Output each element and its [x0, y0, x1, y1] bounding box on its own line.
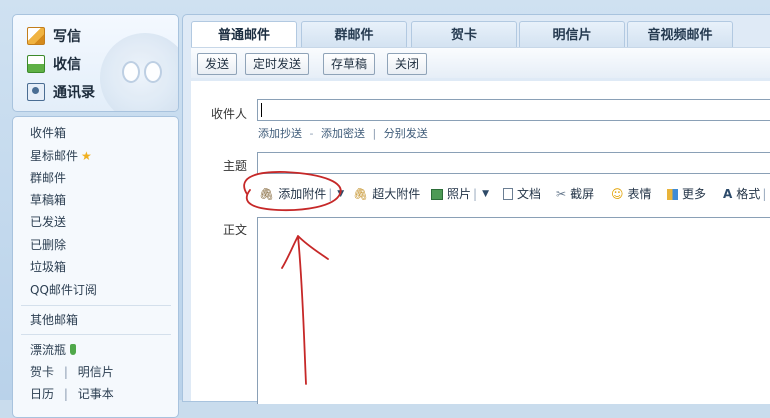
screenshot-button[interactable]: ✂ 截屏	[556, 185, 594, 203]
photo-button[interactable]: 照片 | ▼	[431, 185, 489, 203]
format-label: 格式	[736, 187, 761, 201]
attachment-toolbar: 🖇 添加附件 | ▼ 🖇 超大附件 照片 | ▼ 文档 ✂ 截屏 ☺ 表情 更多…	[249, 181, 770, 207]
compose-toolbar: 发送 定时发送 存草稿 关闭	[191, 47, 770, 78]
pencil-icon	[27, 27, 45, 45]
tab-greeting-card[interactable]: 贺卡	[411, 21, 517, 48]
photo-label: 照片	[447, 187, 472, 201]
folder-deleted[interactable]: 已删除	[30, 236, 66, 254]
mail-body-editor[interactable]	[257, 217, 770, 404]
receive-mail-label: 收信	[53, 57, 81, 73]
mascot-illustration	[100, 33, 178, 111]
emoji-button[interactable]: ☺ 表情	[611, 185, 652, 203]
document-button[interactable]: 文档	[503, 185, 541, 203]
format-button[interactable]: A 格式 |	[723, 185, 768, 203]
body-label: 正文	[222, 223, 247, 237]
folder-starred[interactable]: 星标邮件 ★	[30, 147, 92, 165]
subject-input[interactable]	[257, 152, 770, 174]
inbox-icon	[27, 55, 45, 73]
grid-icon	[667, 188, 678, 200]
large-attachment-label: 超大附件	[372, 187, 421, 201]
compose-panel: 普通邮件 群邮件 贺卡 明信片 音视频邮件 发送 定时发送 存草稿 关闭 收件人…	[182, 14, 770, 404]
nav-pipe: |	[63, 365, 68, 379]
folder-nav: 收件箱 星标邮件 ★ 群邮件 草稿箱 已发送 已删除 垃圾箱 QQ邮件订阅 其他邮…	[12, 116, 179, 418]
drift-bottle-label: 漂流瓶	[30, 343, 67, 357]
nav-pipe: |	[63, 387, 68, 401]
send-button[interactable]: 发送	[197, 53, 238, 75]
scissors-icon: ✂	[556, 187, 567, 201]
contacts-button[interactable]: 通讯录	[27, 81, 95, 103]
left-panel: 写信 收信 通讯录 收件箱 星标邮件 ★ 群邮件 草稿箱 已发送 已删除 垃圾箱 …	[12, 14, 179, 418]
add-attachment-button[interactable]: 🖇 添加附件 | ▼	[259, 185, 344, 203]
dash-separator: -	[309, 127, 314, 140]
subject-label: 主题	[222, 159, 247, 173]
more-label: 更多	[682, 187, 707, 201]
text-caret	[261, 103, 262, 117]
tab-group-mail[interactable]: 群邮件	[301, 21, 407, 48]
nav-row-calendar: 日历 | 记事本	[30, 385, 114, 403]
font-a-icon: A	[723, 187, 733, 201]
scheduled-send-button[interactable]: 定时发送	[245, 53, 310, 75]
recipient-input[interactable]	[257, 99, 770, 121]
write-mail-button[interactable]: 写信	[27, 25, 81, 47]
folder-drafts[interactable]: 草稿箱	[30, 191, 66, 209]
folder-spam[interactable]: 垃圾箱	[30, 258, 66, 276]
paperclip-icon: 🖇	[259, 187, 275, 201]
contacts-label: 通讯录	[53, 85, 95, 101]
app-frame: 写信 收信 通讯录 收件箱 星标邮件 ★ 群邮件 草稿箱 已发送 已删除 垃圾箱 …	[0, 0, 770, 418]
nav-calendar-link[interactable]: 日历	[30, 387, 54, 401]
other-mailboxes[interactable]: 其他邮箱	[30, 311, 78, 329]
folder-starred-label: 星标邮件	[30, 149, 79, 163]
nav-row-cards: 贺卡 | 明信片	[30, 363, 114, 381]
folder-group-mail[interactable]: 群邮件	[30, 169, 66, 187]
paperclip-icon: 🖇	[353, 187, 369, 201]
receive-mail-button[interactable]: 收信	[27, 53, 81, 75]
add-bcc-link[interactable]: 添加密送	[321, 127, 365, 140]
write-mail-label: 写信	[53, 29, 81, 45]
compose-form: 收件人 添加抄送 - 添加密送 | 分别发送 主题 🖇 添加附件 | ▼ 🖇 超…	[191, 81, 770, 404]
tab-postcard[interactable]: 明信片	[519, 21, 625, 48]
folder-inbox[interactable]: 收件箱	[30, 124, 66, 142]
tab-video-mail[interactable]: 音视频邮件	[627, 21, 733, 48]
more-button[interactable]: 更多	[667, 185, 706, 203]
star-icon: ★	[81, 149, 92, 163]
nav-postcard-link[interactable]: 明信片	[78, 365, 114, 379]
large-attachment-button[interactable]: 🖇 超大附件	[353, 185, 420, 203]
nav-divider	[21, 334, 171, 335]
chevron-down-icon[interactable]: ▼	[337, 185, 344, 203]
bottle-icon	[70, 344, 77, 355]
contacts-icon	[27, 83, 45, 101]
photo-icon	[431, 188, 443, 200]
chevron-down-icon[interactable]: ▼	[482, 185, 489, 203]
pipe-separator: |	[372, 127, 377, 140]
smiley-icon: ☺	[611, 187, 624, 201]
add-attachment-label: 添加附件	[278, 187, 327, 201]
save-draft-button[interactable]: 存草稿	[323, 53, 376, 75]
tab-normal-mail[interactable]: 普通邮件	[191, 21, 297, 48]
recipient-label: 收件人	[210, 107, 247, 121]
folder-sent[interactable]: 已发送	[30, 213, 66, 231]
close-button[interactable]: 关闭	[387, 53, 428, 75]
screenshot-label: 截屏	[570, 187, 595, 201]
document-icon	[503, 188, 513, 200]
nav-card-link[interactable]: 贺卡	[30, 365, 54, 379]
drift-bottle[interactable]: 漂流瓶	[30, 341, 77, 359]
emoji-label: 表情	[627, 187, 652, 201]
nav-divider	[21, 305, 171, 306]
quick-actions-card: 写信 收信 通讯录	[12, 14, 179, 112]
recipient-options: 添加抄送 - 添加密送 | 分别发送	[258, 125, 428, 141]
folder-qq-subscriptions[interactable]: QQ邮件订阅	[30, 281, 97, 299]
nav-notepad-link[interactable]: 记事本	[78, 387, 114, 401]
add-cc-link[interactable]: 添加抄送	[258, 127, 302, 140]
document-label: 文档	[517, 187, 542, 201]
separate-send-link[interactable]: 分别发送	[384, 127, 428, 140]
